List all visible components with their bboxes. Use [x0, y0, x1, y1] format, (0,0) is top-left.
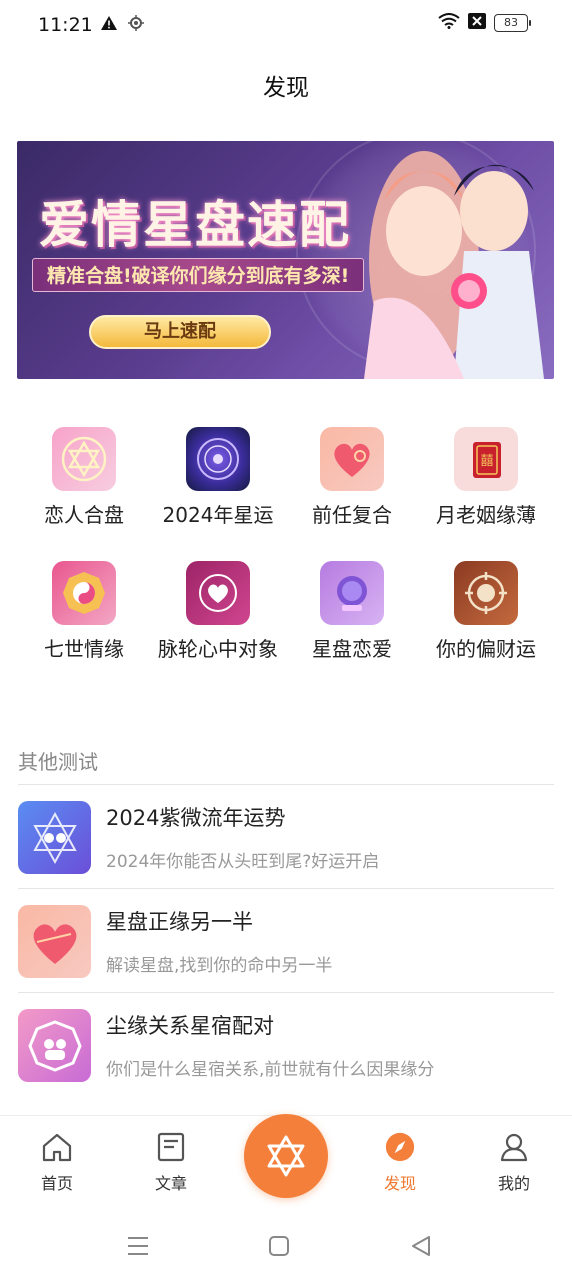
grid-label: 你的偏财运: [436, 637, 536, 661]
promo-banner[interactable]: 爱情星盘速配 精准合盘!破译你们缘分到底有多深! 马上速配: [17, 141, 554, 379]
grid-label: 月老姻缘薄: [436, 503, 536, 527]
warning-icon: [100, 15, 118, 35]
system-nav-bar: [0, 1215, 572, 1280]
article-icon: [131, 1132, 211, 1166]
mandala-icon: [454, 561, 518, 625]
grid-label: 脉轮心中对象: [158, 637, 278, 661]
heart-arrow-icon: [18, 905, 91, 978]
grid-label: 七世情缘: [44, 637, 124, 661]
test-list: 2024紫微流年运势 2024年你能否从头旺到尾?好运开启 星盘正缘另一半 解读…: [18, 784, 554, 1096]
star-couple-icon: [18, 801, 91, 874]
location-icon: [128, 15, 144, 35]
list-subtitle: 解读星盘,找到你的命中另一半: [106, 956, 333, 976]
list-subtitle: 你们是什么星宿关系,前世就有什么因果缘分: [106, 1060, 435, 1080]
center-star-button[interactable]: [244, 1114, 328, 1198]
hexagram-icon: [267, 1135, 305, 1177]
battery-icon: 83: [494, 14, 531, 32]
zodiac-wheel-icon: [186, 427, 250, 491]
status-time: 11:21: [38, 14, 93, 36]
bagua-icon: [52, 561, 116, 625]
status-bar: 11:21 83: [0, 0, 572, 50]
nav-mine-label: 我的: [497, 1174, 530, 1193]
banner-subtitle: 精准合盘!破译你们缘分到底有多深!: [32, 258, 365, 292]
grid-label: 恋人合盘: [44, 503, 124, 527]
grid-item-seven-lives[interactable]: 七世情缘: [17, 554, 151, 665]
grid-label: 2024年星运: [162, 503, 274, 527]
nav-article[interactable]: 文章: [131, 1132, 211, 1194]
grid-item-marriage-book[interactable]: 囍 月老姻缘薄: [419, 420, 553, 531]
list-title: 星盘正缘另一半: [106, 910, 253, 934]
grid-item-chakra-love[interactable]: 脉轮心中对象: [151, 554, 285, 665]
list-item[interactable]: 星盘正缘另一半 解读星盘,找到你的命中另一半: [18, 888, 554, 992]
banner-title: 爱情星盘速配: [39, 195, 351, 254]
section-title: 其他测试: [18, 750, 98, 774]
grid-item-2024-horoscope[interactable]: 2024年星运: [151, 420, 285, 531]
grid-label: 前任复合: [312, 503, 392, 527]
home-icon: [17, 1132, 97, 1166]
compass-icon: [360, 1132, 440, 1166]
crystal-ball-icon: [320, 561, 384, 625]
red-book-icon: 囍: [454, 427, 518, 491]
nav-article-label: 文章: [154, 1174, 187, 1193]
list-item[interactable]: 2024紫微流年运势 2024年你能否从头旺到尾?好运开启: [18, 784, 554, 888]
list-subtitle: 2024年你能否从头旺到尾?好运开启: [106, 852, 380, 872]
nav-discover[interactable]: 发现: [360, 1132, 440, 1194]
nav-discover-label: 发现: [383, 1174, 416, 1193]
user-icon: [474, 1132, 554, 1166]
nav-home[interactable]: 首页: [17, 1132, 97, 1194]
menu-icon[interactable]: [126, 1235, 150, 1261]
anime-couple-illustration: [364, 151, 544, 379]
list-title: 尘缘关系星宿配对: [106, 1014, 274, 1038]
svg-text:囍: 囍: [480, 454, 493, 469]
quick-match-button[interactable]: 马上速配: [89, 315, 271, 349]
grid-item-windfall-luck[interactable]: 你的偏财运: [419, 554, 553, 665]
wifi-icon: [438, 13, 460, 33]
grid-label: 星盘恋爱: [312, 637, 392, 661]
heart-icon: [320, 427, 384, 491]
grid-item-ex-reunion[interactable]: 前任复合: [285, 420, 419, 531]
no-sim-icon: [468, 13, 486, 33]
home-square-icon[interactable]: [268, 1235, 290, 1261]
nav-home-label: 首页: [40, 1174, 73, 1193]
bottom-nav: 首页 文章 发现 我的: [0, 1114, 572, 1215]
back-icon[interactable]: [410, 1235, 432, 1261]
nav-mine[interactable]: 我的: [474, 1132, 554, 1194]
page-title: 发现: [263, 75, 309, 101]
grid-item-lover-chart[interactable]: 恋人合盘: [17, 420, 151, 531]
bagua-couple-icon: [18, 1009, 91, 1082]
hexagram-icon: [52, 427, 116, 491]
lotus-heart-icon: [186, 561, 250, 625]
grid-item-astro-love[interactable]: 星盘恋爱: [285, 554, 419, 665]
list-item[interactable]: 尘缘关系星宿配对 你们是什么星宿关系,前世就有什么因果缘分: [18, 992, 554, 1096]
list-title: 2024紫微流年运势: [106, 806, 286, 830]
